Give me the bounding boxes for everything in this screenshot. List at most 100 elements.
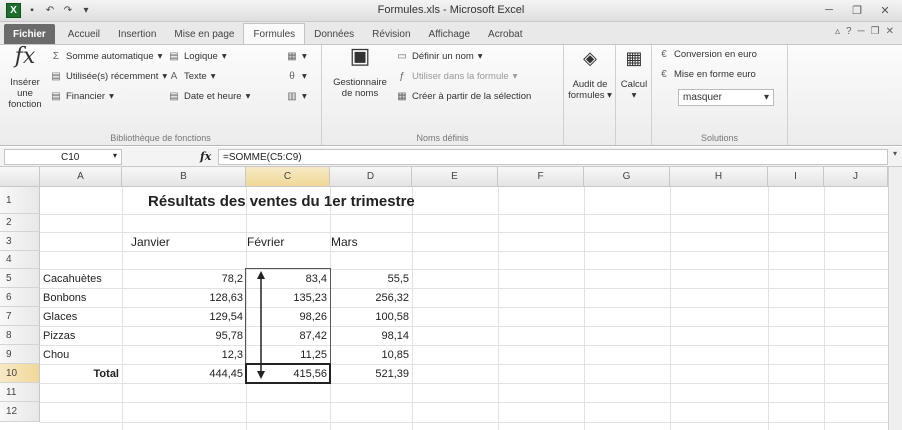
row-header-7[interactable]: 7 (0, 307, 40, 326)
column-header-f[interactable]: F (498, 167, 584, 187)
data-cell[interactable]: 128,63 (122, 288, 246, 307)
book-icon: ▤ (169, 91, 179, 102)
column-header-j[interactable]: J (824, 167, 888, 187)
more-functions-button[interactable]: ▥ ▾ (286, 91, 307, 102)
calculator-icon: ▦ (625, 48, 643, 69)
minimize-icon[interactable]: ─ (818, 2, 840, 18)
spreadsheet-grid[interactable]: A B C D E F G H I J 1 2 3 4 5 6 7 8 9 10… (0, 167, 902, 430)
column-header-d[interactable]: D (330, 167, 412, 187)
row-header-11[interactable]: 11 (0, 383, 40, 402)
group-label: Solutions (700, 133, 739, 143)
tab-donnees[interactable]: Données (305, 24, 363, 44)
tab-mise-en-page[interactable]: Mise en page (165, 24, 243, 44)
column-header-c[interactable]: C (246, 167, 330, 187)
month-header-mars[interactable]: Mars (328, 232, 410, 251)
total-cell[interactable]: 444,45 (122, 364, 246, 383)
row-label[interactable]: Bonbons (40, 288, 122, 307)
data-cell[interactable]: 98,14 (330, 326, 412, 345)
row-label[interactable]: Cacahuètes (40, 269, 122, 288)
calculation-button[interactable]: ▦ Calcul ▾ (618, 48, 650, 102)
gridline (40, 251, 888, 252)
month-header-fevrier[interactable]: Février (244, 232, 328, 251)
workbook-restore-icon[interactable]: ❐ (871, 26, 880, 37)
column-header-g[interactable]: G (584, 167, 670, 187)
expand-formula-bar-icon[interactable]: ▾ (890, 149, 900, 165)
row-label[interactable]: Chou (40, 345, 122, 364)
close-icon[interactable]: ✕ (874, 2, 896, 18)
math-button[interactable]: θ ▾ (286, 71, 307, 82)
column-header-a[interactable]: A (40, 167, 122, 187)
insert-function-icon[interactable]: fx (200, 150, 211, 163)
tab-formules[interactable]: Formules (243, 23, 306, 44)
autosum-button[interactable]: Σ Somme automatique ▾ (50, 51, 163, 62)
row-header-5[interactable]: 5 (0, 269, 40, 288)
row-header-3[interactable]: 3 (0, 232, 40, 251)
name-box[interactable]: C10 ▾ (4, 149, 122, 165)
row-label[interactable]: Glaces (40, 307, 122, 326)
euro-format-button[interactable]: € Mise en forme euro (658, 69, 756, 80)
ribbon-tabs: Fichier Accueil Insertion Mise en page F… (0, 22, 902, 44)
row-header-9[interactable]: 9 (0, 345, 40, 364)
restore-icon[interactable]: ❐ (846, 2, 868, 18)
data-cell[interactable]: 95,78 (122, 326, 246, 345)
data-cell[interactable]: 55,5 (330, 269, 412, 288)
total-label[interactable]: Total (40, 364, 122, 383)
select-all-corner[interactable] (0, 167, 40, 187)
tag-icon: ▭ (397, 51, 407, 62)
workbook-close-icon[interactable]: ✕ (886, 26, 894, 37)
book-icon: ▤ (51, 71, 61, 82)
total-cell[interactable]: 521,39 (330, 364, 412, 383)
insert-function-button[interactable]: fx Insérer une fonction (4, 44, 46, 111)
use-in-formula-icon: ƒ (399, 71, 405, 82)
tab-acrobat[interactable]: Acrobat (479, 24, 531, 44)
recent-functions-button[interactable]: ▤ Utilisée(s) récemment ▾ (50, 71, 167, 82)
euro-conversion-button[interactable]: € Conversion en euro (658, 49, 757, 60)
lookup-button[interactable]: ▦ ▾ (286, 51, 307, 62)
fx-icon: fx (14, 44, 36, 69)
tab-affichage[interactable]: Affichage (420, 24, 480, 44)
text-button[interactable]: A Texte ▾ (168, 71, 216, 82)
row-label[interactable]: Pizzas (40, 326, 122, 345)
column-header-h[interactable]: H (670, 167, 768, 187)
data-cell[interactable]: 10,85 (330, 345, 412, 364)
row-header-2[interactable]: 2 (0, 214, 40, 232)
group-label: Noms définis (416, 133, 469, 143)
row-header-4[interactable]: 4 (0, 251, 40, 269)
row-header-8[interactable]: 8 (0, 326, 40, 345)
row-header-1[interactable]: 1 (0, 187, 40, 214)
column-header-i[interactable]: I (768, 167, 824, 187)
column-header-b[interactable]: B (122, 167, 246, 187)
define-name-button[interactable]: ▭ Définir un nom ▾ (396, 51, 482, 62)
data-cell[interactable]: 256,32 (330, 288, 412, 307)
vertical-scrollbar[interactable] (888, 167, 902, 430)
logical-button[interactable]: ▤ Logique ▾ (168, 51, 226, 62)
data-cell[interactable]: 100,58 (330, 307, 412, 326)
use-in-formula-button: ƒ Utiliser dans la formule ▾ (396, 71, 517, 82)
tab-revision[interactable]: Révision (363, 24, 419, 44)
collapse-ribbon-icon[interactable]: ▵ (835, 26, 840, 37)
data-cell[interactable]: 129,54 (122, 307, 246, 326)
formula-auditing-button[interactable]: ◈ Audit de formules ▾ (566, 50, 614, 102)
more-functions-icon: ▥ (287, 91, 297, 102)
month-header-janvier[interactable]: Janvier (128, 232, 238, 251)
tab-insertion[interactable]: Insertion (109, 24, 165, 44)
column-header-e[interactable]: E (412, 167, 498, 187)
financial-button[interactable]: ▤ Financier ▾ (50, 91, 114, 102)
formula-input[interactable]: =SOMME(C5:C9) (218, 149, 888, 165)
help-icon[interactable]: ? (846, 26, 852, 37)
tab-accueil[interactable]: Accueil (59, 24, 109, 44)
workbook-minimize-icon[interactable]: ─ (858, 26, 865, 37)
tab-fichier[interactable]: Fichier (4, 24, 55, 44)
create-from-selection-button[interactable]: ▦ Créer à partir de la sélection (396, 91, 531, 102)
lookup-icon: ▦ (287, 51, 297, 62)
data-cell[interactable]: 78,2 (122, 269, 246, 288)
euro-icon: € (661, 49, 667, 60)
gridline (40, 402, 888, 403)
row-header-6[interactable]: 6 (0, 288, 40, 307)
name-manager-button[interactable]: ▣ Gestionnaire de noms (330, 46, 390, 100)
datetime-button[interactable]: ▤ Date et heure ▾ (168, 91, 250, 102)
row-header-10[interactable]: 10 (0, 364, 40, 383)
data-cell[interactable]: 12,3 (122, 345, 246, 364)
euro-format-select[interactable]: masquer ▾ (678, 89, 774, 106)
row-header-12[interactable]: 12 (0, 402, 40, 422)
